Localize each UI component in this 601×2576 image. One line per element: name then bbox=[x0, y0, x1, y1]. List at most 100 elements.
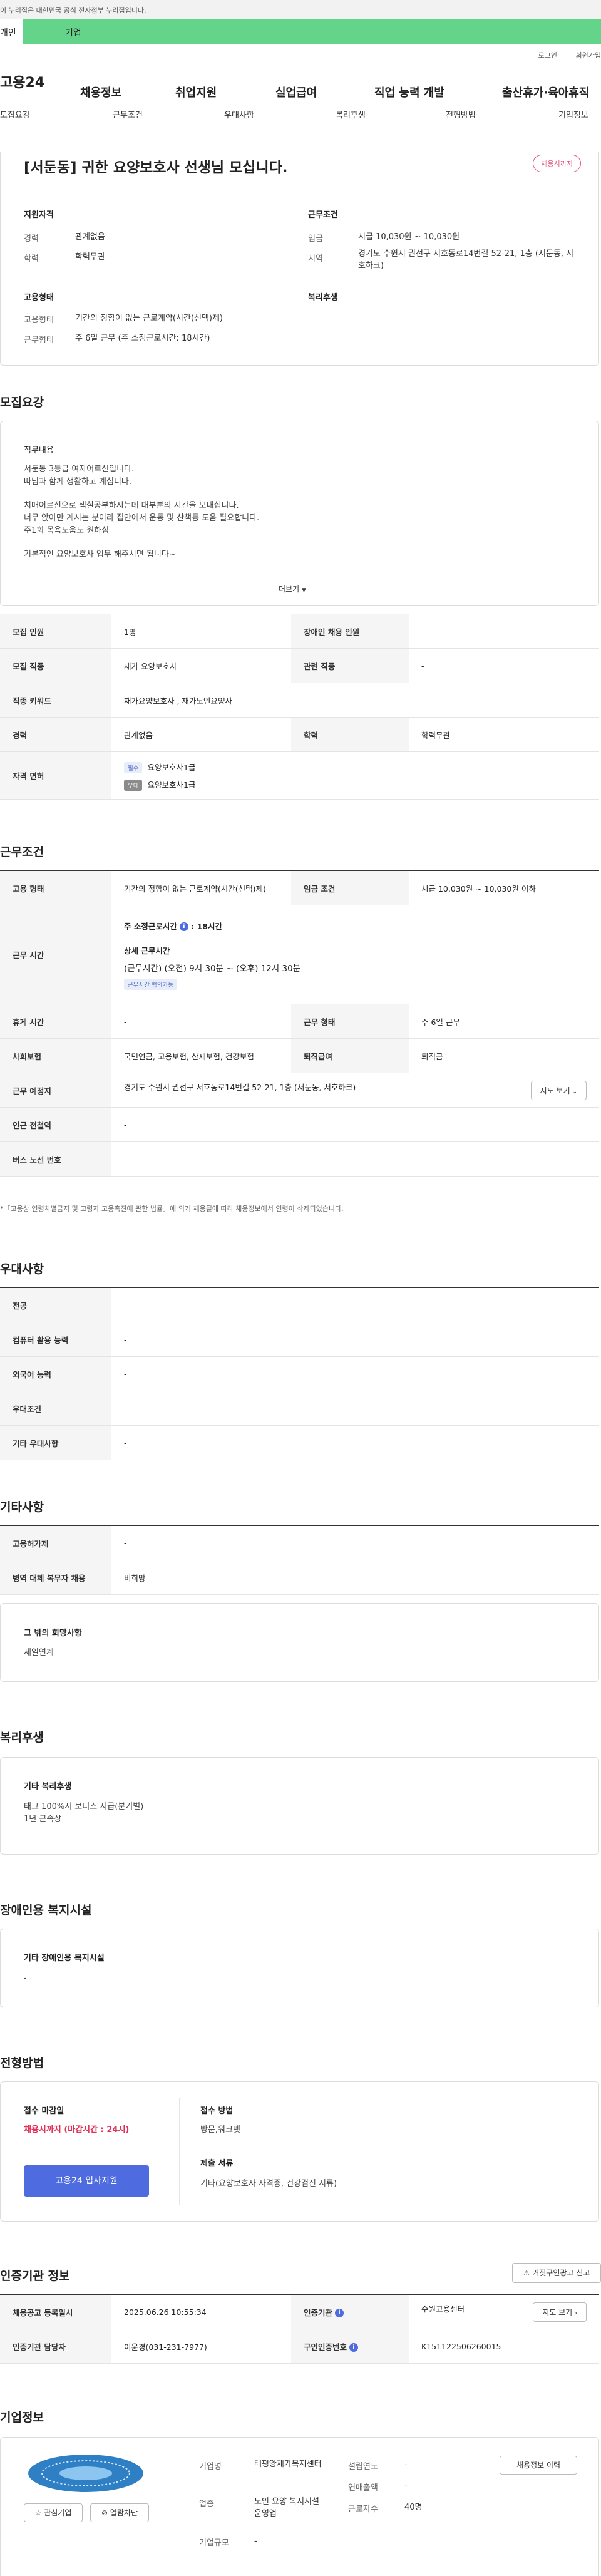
etc-section-title: 기타사항 bbox=[0, 1500, 44, 1514]
gnb-support[interactable]: 취업지원 bbox=[175, 84, 217, 100]
row-label: 고용허가제 bbox=[0, 1525, 111, 1560]
page: 이 누리집은 대한민국 공식 전자정부 누리집입니다. 개인 기업 로그인 회원… bbox=[0, 0, 601, 2576]
row-label: 관련 직종 bbox=[291, 648, 409, 683]
cond-region-value: 경기도 수원시 권선구 서호동로14번길 52-21, 1층 (서둔동, 서호하… bbox=[358, 249, 574, 270]
row-label: 근무 예정지 bbox=[0, 1073, 111, 1108]
selection-section-title: 전형방법 bbox=[0, 2056, 44, 2070]
gnb-benefit[interactable]: 실업급여 bbox=[275, 84, 317, 100]
company-industry-value: 노인 요양 복지시설 운영업 bbox=[254, 2497, 319, 2518]
login-link[interactable]: 로그인 bbox=[538, 51, 557, 59]
row-value: - bbox=[111, 1287, 599, 1322]
table-row: 컴퓨터 활용 능력 - bbox=[0, 1322, 599, 1357]
welfare-text: 태그 100%시 보너스 지급(분기별) 1년 근속상 bbox=[24, 1801, 143, 1826]
age-notice: *「고용상 연령차별금지 및 고령자 고용촉진에 관한 법률」에 의거 채용될에… bbox=[0, 1205, 344, 1213]
duty-line: 따님과 함께 생활하고 계십니다. bbox=[24, 477, 132, 487]
cert-section-title: 인증기관 정보 bbox=[0, 2269, 70, 2283]
gnb-recruit[interactable]: 채용정보 bbox=[80, 84, 121, 100]
row-value: 필수 요양보호사1급 우대 요양보호사1급 bbox=[111, 751, 599, 800]
map-button[interactable]: 지도 보기 ⌄ bbox=[530, 1080, 587, 1100]
row-label: 인증기관 i bbox=[291, 2294, 409, 2329]
row-label: 인증기관 담당자 bbox=[0, 2329, 111, 2364]
qual-heading: 지원자격 bbox=[24, 210, 54, 220]
weekly-hours-title: 주 소정근로시간 bbox=[124, 921, 177, 931]
subnav-selection[interactable]: 전형방법 bbox=[446, 108, 476, 120]
row-label: 전공 bbox=[0, 1287, 111, 1322]
subnav-welfare[interactable]: 복리후생 bbox=[336, 108, 366, 120]
row-value: - bbox=[409, 614, 599, 649]
row-label: 자격 면허 bbox=[0, 751, 111, 800]
duty-spacer bbox=[24, 537, 259, 549]
selection-card bbox=[0, 2081, 599, 2222]
duty-text: 서둔동 3등급 여자어르신입니다. 따님과 함께 생활하고 계십니다. 치매어르… bbox=[24, 463, 259, 561]
job-title: [서둔동] 귀한 요양보호사 선생님 모십니다. bbox=[24, 160, 288, 176]
row-value: - bbox=[111, 1356, 599, 1391]
member-tabs: 개인 기업 bbox=[0, 19, 601, 44]
table-row: 근무 시간 주 소정근로시간 i : 18시간 상세 근무시간 (근무시간) (오… bbox=[0, 905, 599, 1004]
info-icon[interactable]: i bbox=[349, 2343, 359, 2352]
info-icon[interactable]: i bbox=[179, 922, 188, 931]
history-button[interactable]: 채용정보 이력 bbox=[500, 2456, 577, 2475]
other-wishes-card bbox=[0, 1603, 599, 1682]
cond-region-label: 지역 bbox=[308, 254, 323, 264]
table-row: 휴게 시간 - 근무 형태 주 6일 근무 bbox=[0, 1004, 599, 1039]
cert-map-label: 지도 보기 bbox=[542, 2307, 573, 2317]
report-icon: ⚠ bbox=[523, 2269, 530, 2277]
subnav-pref[interactable]: 우대사항 bbox=[224, 108, 254, 120]
apply-button[interactable]: 고용24 입사지원 bbox=[24, 2165, 149, 2197]
row-label: 모집 직종 bbox=[0, 648, 111, 683]
more-label: 더보기 bbox=[279, 585, 300, 594]
subnav-company[interactable]: 기업정보 bbox=[558, 108, 588, 120]
table-row: 모집 직종 재가 요양보호사 관련 직종 - bbox=[0, 648, 599, 683]
row-value: - bbox=[111, 1525, 599, 1560]
gnb-parental-leave[interactable]: 출산휴가·육아휴직 bbox=[502, 84, 589, 100]
info-icon[interactable]: i bbox=[335, 2309, 344, 2317]
tab-company[interactable]: 기업 bbox=[23, 19, 601, 44]
selection-divider bbox=[179, 2098, 180, 2205]
welfare-heading: 복리후생 bbox=[308, 293, 338, 302]
deadline-value: 채용시까지 (마감시간 : 24시) bbox=[24, 2125, 130, 2135]
tab-person[interactable]: 개인 bbox=[0, 19, 23, 44]
row-value: 1명 bbox=[111, 614, 291, 649]
subnav-work[interactable]: 근무조건 bbox=[113, 108, 143, 120]
qual-edu-value: 학력무관 bbox=[75, 252, 105, 262]
row-value: 국민연금, 고용보험, 산재보험, 건강보험 bbox=[111, 1038, 291, 1073]
logo-core bbox=[59, 2466, 112, 2480]
more-button[interactable]: 더보기 ▼ bbox=[279, 584, 306, 594]
cert-map-button[interactable]: 지도 보기 › bbox=[533, 2302, 587, 2322]
table-row: 인근 전철역 - bbox=[0, 1107, 599, 1142]
row-value: - bbox=[111, 1004, 291, 1039]
site-logo[interactable]: 고용24 bbox=[0, 71, 80, 91]
method-title: 접수 방법 bbox=[200, 2106, 234, 2116]
license-required-value: 요양보호사1급 bbox=[147, 762, 196, 772]
signup-link[interactable]: 회원가입 bbox=[576, 51, 601, 59]
row-value: 학력무관 bbox=[409, 717, 599, 752]
row-label: 컴퓨터 활용 능력 bbox=[0, 1322, 111, 1357]
table-row: 병역 대체 복무자 채용 비희망 bbox=[0, 1560, 599, 1595]
detail-title: 상세 근무시간 bbox=[124, 945, 170, 956]
row-value: - bbox=[409, 648, 599, 683]
gnb-training[interactable]: 직업 능력 개발 bbox=[374, 84, 444, 100]
company-employees-value: 40명 bbox=[404, 2503, 423, 2512]
reqno-label: 구인인증번호 bbox=[304, 2342, 347, 2352]
company-employees-label: 근로자수 bbox=[348, 2505, 378, 2514]
block-button[interactable]: ⊘ 열람차단 bbox=[90, 2503, 149, 2522]
cond-heading: 근무조건 bbox=[308, 210, 338, 220]
row-label: 직종 키워드 bbox=[0, 683, 111, 718]
emp-shape-label: 근무형태 bbox=[24, 336, 54, 345]
row-label: 기타 우대사항 bbox=[0, 1425, 111, 1460]
welfare-section-title: 복리후생 bbox=[0, 1731, 44, 1744]
row-label: 채용공고 등록일시 bbox=[0, 2294, 111, 2329]
report-button[interactable]: ⚠ 거짓구인광고 신고 bbox=[512, 2263, 601, 2283]
subnav-recruit[interactable]: 모집요강 bbox=[0, 108, 30, 120]
row-value: - bbox=[111, 1322, 599, 1357]
fav-company-button[interactable]: ☆ 관심기업 bbox=[24, 2503, 83, 2522]
block-label: 열람차단 bbox=[110, 2508, 138, 2517]
other-wishes-title: 그 밖의 희망사항 bbox=[24, 1629, 82, 1638]
disabled-fac-value: - bbox=[24, 1974, 27, 1983]
duty-line: 서둔동 3등급 여자어르신입니다. bbox=[24, 465, 135, 474]
welfare-line: 태그 100%시 보너스 지급(분기별) bbox=[24, 1802, 144, 1811]
row-value: 재가요양보호사 , 재가노인요양사 bbox=[111, 683, 599, 718]
table-row: 고용 형태 기간의 정함이 없는 근로계약(시간(선택)제) 임금 조건 시급 … bbox=[0, 870, 599, 905]
welfare-line: 1년 근속상 bbox=[24, 1815, 62, 1824]
row-label: 구인인증번호 i bbox=[291, 2329, 409, 2364]
